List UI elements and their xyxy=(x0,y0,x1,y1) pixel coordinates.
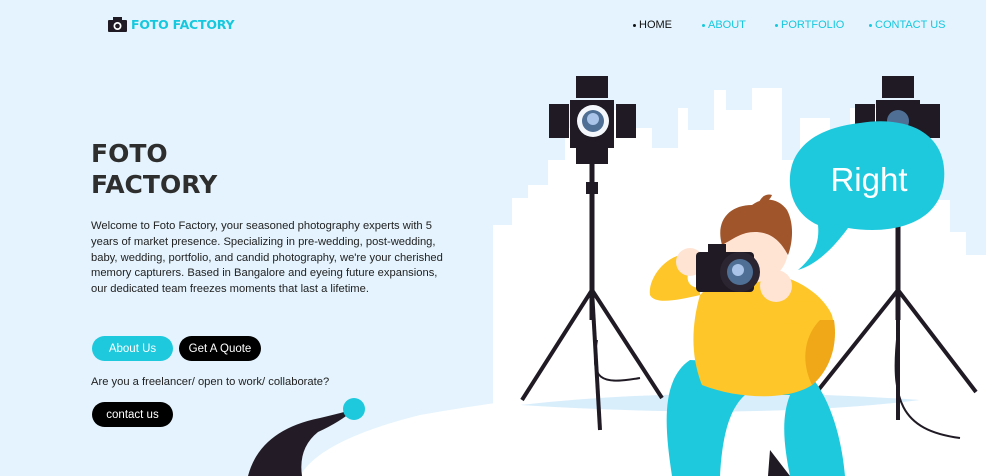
hero-title-line1: FOTO xyxy=(91,139,168,168)
about-us-button[interactable]: About Us xyxy=(92,336,173,361)
nav-home[interactable]: HOME xyxy=(633,19,672,31)
nav-portfolio[interactable]: PORTFOLIO xyxy=(775,19,844,31)
top-navbar: FOTO FACTORY HOME ABOUT PORTFOLIO CONTAC… xyxy=(0,0,986,50)
nav-contact-us[interactable]: CONTACT US xyxy=(869,19,946,31)
hero-description: Welcome to Foto Factory, your seasoned p… xyxy=(91,220,443,296)
bullet-icon xyxy=(633,23,636,27)
contact-us-button[interactable]: contact us xyxy=(92,402,173,427)
nav-about-label: ABOUT xyxy=(708,19,746,31)
nav-about[interactable]: ABOUT xyxy=(702,19,746,31)
swoosh-dot xyxy=(343,398,365,420)
nav-home-label: HOME xyxy=(639,19,672,31)
main-nav: HOME ABOUT PORTFOLIO CONTACT US xyxy=(0,19,986,33)
nav-contact-us-label: CONTACT US xyxy=(875,19,946,31)
bullet-icon xyxy=(775,23,778,27)
bullet-icon xyxy=(869,23,872,27)
get-a-quote-button[interactable]: Get A Quote xyxy=(179,336,261,361)
hero-title-line2: FACTORY xyxy=(91,170,218,199)
nav-portfolio-label: PORTFOLIO xyxy=(781,19,845,31)
freelancer-question: Are you a freelancer/ open to work/ coll… xyxy=(91,376,330,388)
bullet-icon xyxy=(702,23,705,27)
speech-bubble-text: Right xyxy=(830,161,907,198)
hero-title: FOTO FACTORY xyxy=(91,138,291,200)
